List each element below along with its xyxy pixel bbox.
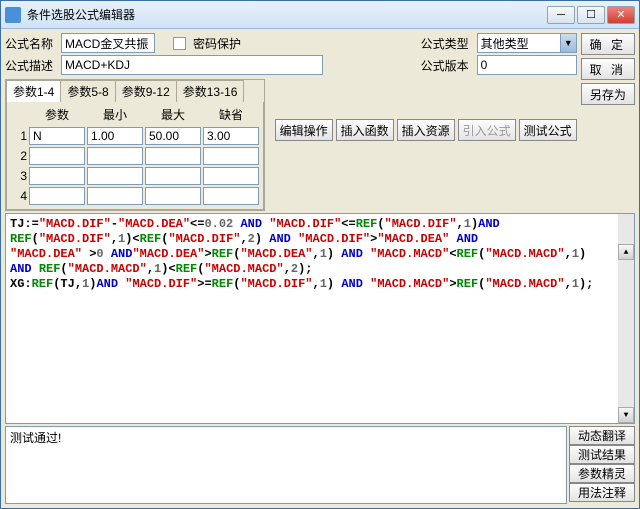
test-result-button[interactable]: 测试结果 <box>569 445 635 464</box>
param-name-input[interactable] <box>29 127 85 145</box>
app-icon <box>5 7 21 23</box>
param-min-input[interactable] <box>87 127 143 145</box>
scroll-up-icon[interactable]: ▲ <box>618 244 634 260</box>
import-formula-button[interactable]: 引入公式 <box>458 119 516 141</box>
desc-input[interactable] <box>61 55 323 75</box>
password-checkbox[interactable] <box>173 37 186 50</box>
param-def-input[interactable] <box>203 187 259 205</box>
test-formula-button[interactable]: 测试公式 <box>519 119 577 141</box>
param-rownum: 4 <box>11 189 27 203</box>
param-tab[interactable]: 参数1-4 <box>6 80 61 102</box>
param-def-input[interactable] <box>203 147 259 165</box>
edit-op-button[interactable]: 编辑操作 <box>275 119 333 141</box>
editor-window: 条件选股公式编辑器 ─ ☐ ✕ 公式名称 密码保护 公式类型 ▼ <box>0 0 640 509</box>
close-button[interactable]: ✕ <box>607 6 635 24</box>
param-def-input[interactable] <box>203 127 259 145</box>
window-title: 条件选股公式编辑器 <box>27 6 547 23</box>
minimize-button[interactable]: ─ <box>547 6 575 24</box>
status-output: 测试通过! <box>5 426 567 504</box>
version-label: 公式版本 <box>421 57 473 74</box>
param-min-input[interactable] <box>87 187 143 205</box>
dynamic-translate-button[interactable]: 动态翻译 <box>569 426 635 445</box>
param-tab[interactable]: 参数5-8 <box>60 80 115 102</box>
type-label: 公式类型 <box>421 35 473 52</box>
param-header: 最小 <box>87 106 143 125</box>
param-max-input[interactable] <box>145 147 201 165</box>
param-tab[interactable]: 参数9-12 <box>115 80 177 102</box>
param-rownum: 3 <box>11 169 27 183</box>
version-input[interactable] <box>477 55 577 75</box>
ok-button[interactable]: 确 定 <box>581 33 635 55</box>
insert-func-button[interactable]: 插入函数 <box>336 119 394 141</box>
param-rownum: 1 <box>11 129 27 143</box>
param-min-input[interactable] <box>87 167 143 185</box>
desc-label: 公式描述 <box>5 57 57 74</box>
param-tab[interactable]: 参数13-16 <box>176 80 245 102</box>
param-wizard-button[interactable]: 参数精灵 <box>569 464 635 483</box>
param-header: 缺省 <box>203 106 259 125</box>
maximize-button[interactable]: ☐ <box>577 6 605 24</box>
param-name-input[interactable] <box>29 167 85 185</box>
param-def-input[interactable] <box>203 167 259 185</box>
param-name-input[interactable] <box>29 187 85 205</box>
name-input[interactable] <box>61 33 155 53</box>
type-combo[interactable] <box>477 33 577 53</box>
name-label: 公式名称 <box>5 35 57 52</box>
usage-note-button[interactable]: 用法注释 <box>569 483 635 502</box>
titlebar[interactable]: 条件选股公式编辑器 ─ ☐ ✕ <box>1 1 639 29</box>
password-label: 密码保护 <box>193 35 241 52</box>
status-text: 测试通过! <box>10 431 61 445</box>
scroll-down-icon[interactable]: ▼ <box>618 407 634 423</box>
param-header: 最大 <box>145 106 201 125</box>
param-max-input[interactable] <box>145 127 201 145</box>
scrollbar[interactable]: ▲ ▼ <box>618 214 634 423</box>
param-max-input[interactable] <box>145 187 201 205</box>
param-name-input[interactable] <box>29 147 85 165</box>
insert-res-button[interactable]: 插入资源 <box>397 119 455 141</box>
param-max-input[interactable] <box>145 167 201 185</box>
param-tabs: 参数1-4参数5-8参数9-12参数13-16 参数最小最大缺省 1 2 3 4 <box>5 79 265 211</box>
param-min-input[interactable] <box>87 147 143 165</box>
param-rownum: 2 <box>11 149 27 163</box>
cancel-button[interactable]: 取 消 <box>581 58 635 80</box>
saveas-button[interactable]: 另存为 <box>581 83 635 105</box>
code-editor[interactable]: TJ:="MACD.DIF"-"MACD.DEA"<=0.02 AND "MAC… <box>5 213 635 424</box>
param-header: 参数 <box>29 106 85 125</box>
